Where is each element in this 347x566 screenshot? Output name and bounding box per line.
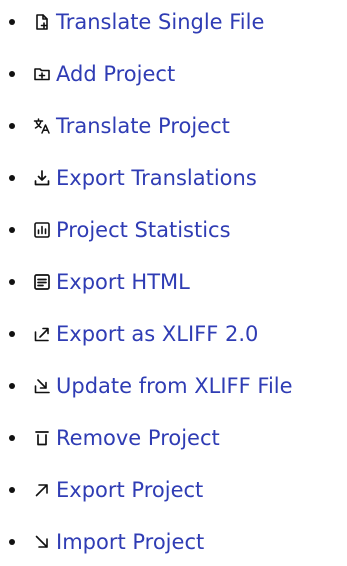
menu-item-label: Export HTML xyxy=(56,269,190,294)
export-project-link[interactable]: Export Project xyxy=(31,470,203,510)
export-html-link[interactable]: Export HTML xyxy=(31,262,190,302)
bullet-icon xyxy=(9,539,15,545)
remove-project-link[interactable]: Remove Project xyxy=(31,418,220,458)
bullet-icon xyxy=(9,383,15,389)
bullet-icon xyxy=(9,435,15,441)
folder-plus-icon xyxy=(31,64,52,85)
bullet-icon xyxy=(9,19,15,25)
menu-item-label: Project Statistics xyxy=(56,217,231,242)
menu-item-label: Export Project xyxy=(56,477,204,502)
menu-item-label: Import Project xyxy=(56,529,205,554)
bullet-icon xyxy=(9,123,15,129)
menu-item-label: Export as XLIFF 2.0 xyxy=(56,321,259,346)
export-arrow-icon xyxy=(31,324,52,345)
bullet-icon xyxy=(9,175,15,181)
update-from-xliff-link[interactable]: Update from XLIFF File xyxy=(31,366,293,406)
menu-item-label: Export Translations xyxy=(56,165,257,190)
project-statistics-link[interactable]: Project Statistics xyxy=(31,210,231,250)
menu-item-label: Translate Project xyxy=(56,113,230,138)
bullet-icon xyxy=(9,71,15,77)
arrow-down-right-icon xyxy=(31,532,52,553)
menu-item-label: Update from XLIFF File xyxy=(56,373,293,398)
translate-project-link[interactable]: Translate Project xyxy=(31,106,230,146)
menu-item-label: Translate Single File xyxy=(56,9,265,34)
trash-icon xyxy=(31,428,52,449)
menu-item-label: Add Project xyxy=(56,61,176,86)
import-project-link[interactable]: Import Project xyxy=(31,522,204,562)
menu-item-label: Remove Project xyxy=(56,425,220,450)
bar-chart-icon xyxy=(31,220,52,241)
bullet-icon xyxy=(9,331,15,337)
bullet-icon xyxy=(9,279,15,285)
download-icon xyxy=(31,168,52,189)
translate-icon xyxy=(31,116,52,137)
translate-single-file-link[interactable]: Translate Single File xyxy=(31,2,264,42)
bullet-icon xyxy=(9,487,15,493)
export-translations-link[interactable]: Export Translations xyxy=(31,158,257,198)
bullet-icon xyxy=(9,227,15,233)
file-plus-icon xyxy=(31,12,52,33)
export-xliff-link[interactable]: Export as XLIFF 2.0 xyxy=(31,314,258,354)
import-arrow-icon xyxy=(31,376,52,397)
add-project-link[interactable]: Add Project xyxy=(31,54,175,94)
document-list-icon xyxy=(31,272,52,293)
arrow-up-right-icon xyxy=(31,480,52,501)
